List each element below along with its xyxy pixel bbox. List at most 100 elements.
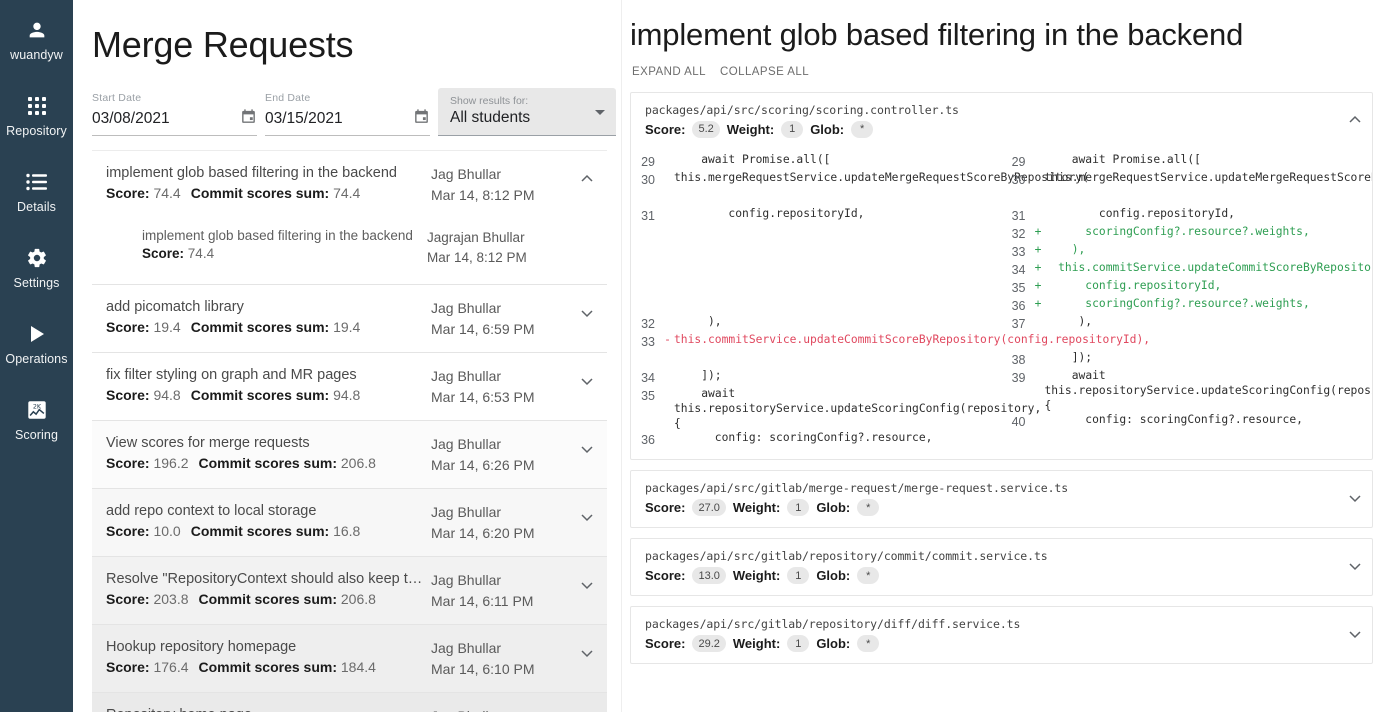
end-date-input[interactable] [265,109,385,128]
merge-request-toggle[interactable] [573,706,601,712]
commit-scores-sum-value: 184.4 [340,659,376,676]
diff-line: 35 + config.repositoryId, [1002,279,1373,297]
file-stats: Score: 27.0 Weight: 1 Glob: * [645,499,1342,517]
file-diff-header[interactable]: packages/api/src/gitlab/repository/commi… [631,539,1372,593]
diff-line [631,225,1002,243]
diff-line-number [631,279,661,280]
end-date-field[interactable]: End Date [265,92,430,136]
merge-request-row[interactable]: fix filter styling on graph and MR pages… [92,353,607,422]
weight-label: Weight: [726,121,775,137]
merge-request-row[interactable]: Repository home pageScore: 298.0Commit s… [92,693,607,712]
chevron-up-icon[interactable] [1348,114,1362,126]
diff-line: 39 await this.repositoryService.updateSc… [1002,369,1372,414]
merge-request-row[interactable]: add repo context to local storage Score: … [92,489,607,558]
file-stats: Score: 13.0 Weight: 1 Glob: * [645,567,1342,585]
merge-request-title: Repository home page [106,706,427,712]
merge-request-date: Mar 14, 6:10 PM [431,661,535,678]
score-label: Score: [106,184,150,201]
sidebar-item-repository[interactable]: Repository [0,84,73,144]
file-diff-header[interactable]: packages/api/src/gitlab/merge-request/me… [631,471,1372,525]
chevron-down-icon[interactable] [1348,560,1362,572]
score-label: Score: [645,568,686,584]
chevron-down-icon[interactable] [580,307,594,319]
chevron-up-icon[interactable] [580,173,594,185]
commit-author: Jagrajan Bhullar [427,229,525,245]
chevron-down-icon[interactable] [1348,492,1362,504]
sidebar-item-scoring[interactable]: 2K Scoring [0,388,73,448]
file-diff-card[interactable]: packages/api/src/gitlab/merge-request/me… [630,470,1373,529]
diff-line: 33 + ), [1002,243,1373,261]
diff-code: this.mergeRequestService.updateMergeRequ… [1044,170,1373,184]
collapse-all-button[interactable]: COLLAPSE ALL [720,64,809,80]
merge-request-author: Jag Bhullar [431,640,502,657]
diff-line-number [1002,333,1032,334]
merge-request-toggle[interactable] [573,570,601,591]
chevron-down-icon[interactable] [580,375,594,387]
diff-code: config.repositoryId, [1044,206,1235,220]
show-results-for-select[interactable]: Show results for: All students [438,87,616,136]
start-date-input[interactable] [92,109,212,128]
score-value: 10.0 [153,523,181,540]
commit-scores-sum-value: 19.4 [333,319,361,336]
file-diff-card[interactable]: packages/api/src/scoring/scoring.control… [630,91,1373,461]
merge-request-detail-panel: implement glob based filtering in the ba… [622,0,1373,712]
diff-line-number: 34 [641,370,655,385]
merge-request-row[interactable]: View scores for merge requests Score: 196… [92,421,607,490]
diff-code: config: scoringConfig?.resource, [1044,413,1303,427]
calendar-icon[interactable] [413,108,430,130]
diff-line: 32 + scoringConfig?.resource?.weights, [1002,225,1373,243]
diff-line: 38 ]); [1002,351,1373,369]
glob-label: Glob: [816,636,851,652]
file-diff-header[interactable]: packages/api/src/scoring/scoring.control… [631,93,1372,147]
diff-line: 34 + this.commitService.updateCommitScore… [1002,260,1372,279]
merge-request-row[interactable]: Resolve "RepositoryContext should also k… [92,557,607,626]
diff-code: await Promise.all([ [1044,152,1201,166]
diff-code: ]); [1044,350,1093,364]
merge-request-author: Jag Bhullar [431,165,502,182]
sidebar-item-operations[interactable]: Operations [0,312,73,372]
file-diff-card[interactable]: packages/api/src/gitlab/repository/commi… [630,538,1373,597]
merge-request-toggle[interactable] [573,298,601,319]
chevron-down-icon[interactable] [1348,628,1362,640]
merge-request-toggle[interactable] [573,502,601,523]
merge-request-scores: Score: 10.0 Commit scores sum: 16.8 [106,523,427,539]
file-diff-card[interactable]: packages/api/src/gitlab/repository/diff/… [630,606,1373,665]
svg-text:2K: 2K [32,403,41,411]
merge-request-toggle[interactable] [573,434,601,455]
score-chip: 27.0 [692,499,726,517]
sidebar-item-settings[interactable]: Settings [0,236,73,296]
sidebar-item-wuandyw[interactable]: wuandyw [0,8,73,68]
merge-request-list: implement glob based filtering in the ba… [73,149,621,712]
merge-request-toggle[interactable] [573,638,601,659]
commit-scores-sum-label: Commit scores sum: [198,659,337,676]
merge-request-author: Jag Bhullar [431,436,502,453]
merge-request-date: Mar 14, 6:59 PM [431,321,535,338]
merge-request-title: implement glob based filtering in the ba… [106,164,397,181]
merge-request-toggle[interactable] [573,366,601,387]
chevron-down-icon[interactable] [580,579,594,591]
diff-line: 36 config: scoringConfig?.resource, [631,431,1002,449]
calendar-icon[interactable] [240,108,257,130]
diff-line: 30 this.mergeRequestService.updateMergeRe… [631,171,1089,207]
merge-request-author: Jag Bhullar [431,706,573,712]
merge-request-row[interactable]: add picomatch library Score: 19.4 Commit s… [92,285,607,354]
diff-line-number: 39 [1011,370,1026,385]
chevron-down-icon[interactable] [595,109,605,115]
diff-marker: + [1034,260,1042,274]
sidebar-item-label: Scoring [14,428,59,442]
end-date-label: End Date [265,91,311,104]
merge-request-row[interactable]: implement glob based filtering in the ba… [92,149,607,218]
merge-request-toggle[interactable] [573,164,601,185]
diff-line-number: 29 [1011,154,1026,169]
page-title: Merge Requests [92,24,354,65]
chevron-down-icon[interactable] [580,511,594,523]
file-diff-header[interactable]: packages/api/src/gitlab/repository/diff/… [631,607,1372,661]
start-date-field[interactable]: Start Date [92,92,257,136]
commit-row[interactable]: implement glob based filtering in the ba… [92,217,607,286]
sidebar-item-details[interactable]: Details [0,160,73,220]
expand-all-button[interactable]: EXPAND ALL [632,64,706,80]
merge-request-title: fix filter styling on graph and MR pages [106,367,357,384]
merge-request-row[interactable]: Hookup repository homepage Score: 176.4 Co… [92,625,607,694]
chevron-down-icon[interactable] [580,443,594,455]
chevron-down-icon[interactable] [580,647,594,659]
